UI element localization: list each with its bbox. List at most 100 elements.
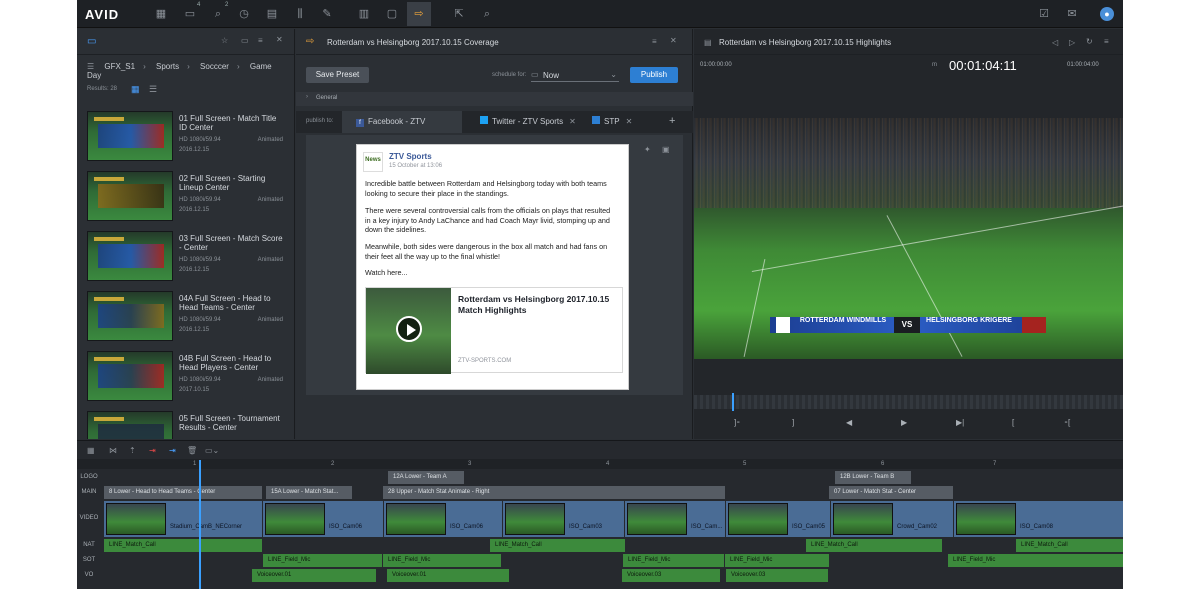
timeline-ruler[interactable] xyxy=(77,459,1123,469)
save-preset-button[interactable]: Save Preset xyxy=(306,67,369,83)
asset-title: 05 Full Screen - Tournament Results - Ce… xyxy=(179,414,280,432)
grid-icon[interactable]: ▦ xyxy=(153,6,169,22)
star-icon[interactable]: ☆ xyxy=(221,36,228,45)
timeline-clip[interactable]: 12A Lower - Team A xyxy=(388,471,464,484)
audio-clip[interactable]: LINE_Field_Mic xyxy=(263,554,382,567)
folder-add-icon[interactable]: ▭ xyxy=(241,36,249,45)
video-clip[interactable]: Crowd_Cam02 xyxy=(831,501,953,537)
go-to-in-icon[interactable]: ] xyxy=(792,418,794,427)
timeline-clip[interactable]: 28 Upper - Match Stat Animate - Right xyxy=(383,486,725,499)
player-playhead[interactable] xyxy=(732,393,734,411)
grid-view-icon[interactable]: ▦ xyxy=(131,84,140,95)
mark-in-icon[interactable]: ]⁃ xyxy=(734,418,740,427)
publish-arrow-icon[interactable]: ⇨ xyxy=(411,6,427,22)
edit-icon[interactable]: ✎ xyxy=(319,6,335,22)
options-icon[interactable]: ▭⌄ xyxy=(205,446,219,455)
video-clip[interactable]: ISO_Cam05 xyxy=(726,501,830,537)
audio-clip[interactable]: LINE_Field_Mic xyxy=(623,554,724,567)
timeline-tool-icon[interactable]: ▦ xyxy=(87,446,95,455)
zoom-search-icon[interactable]: ⌕ xyxy=(479,6,495,22)
split-icon[interactable]: ⋈ xyxy=(109,446,117,455)
history-icon[interactable]: ◷ xyxy=(236,6,252,22)
timecode-mode[interactable]: m xyxy=(932,62,937,68)
timeline-clip[interactable]: 12B Lower - Team B xyxy=(835,471,911,484)
video-clip[interactable]: ISO_Cam08 xyxy=(954,501,1123,537)
search-icon[interactable]: ⌕ xyxy=(210,6,226,22)
asset-item[interactable]: 04A Full Screen - Head to Head Teams - C… xyxy=(87,291,285,345)
calendar-icon: ▭ xyxy=(531,70,539,79)
link-card[interactable]: Rotterdam vs Helsingborg 2017.10.15 Matc… xyxy=(365,287,623,374)
share-icon[interactable]: ⇱ xyxy=(451,6,467,22)
menu-icon[interactable]: ≡ xyxy=(258,36,263,45)
tree-icon[interactable]: ☰ xyxy=(87,62,94,71)
timeline-clip[interactable]: 15A Lower - Match Stat... xyxy=(266,486,352,499)
timeline-clip[interactable]: 07 Lower - Match Stat - Center xyxy=(829,486,953,499)
audio-clip[interactable]: LINE_Match_Call xyxy=(104,539,262,552)
breadcrumb-item[interactable]: Sports xyxy=(156,62,179,71)
tab-stp[interactable]: STP ✕ xyxy=(578,111,648,133)
step-back-icon[interactable]: ◀ xyxy=(846,418,852,427)
asset-item[interactable]: 01 Full Screen - Match Title ID Center H… xyxy=(87,111,285,165)
audio-clip[interactable]: Voiceover.03 xyxy=(622,569,720,582)
breadcrumb-item[interactable]: Socccer xyxy=(200,62,229,71)
play-icon[interactable]: ▶ xyxy=(901,418,907,427)
monitor-icon[interactable]: ▢ xyxy=(384,6,400,22)
video-clip[interactable]: ISO_Cam... xyxy=(625,501,725,537)
audio-clip[interactable]: LINE_Field_Mic xyxy=(948,554,1123,567)
step-forward-icon[interactable]: ▶| xyxy=(956,418,964,427)
video-clip[interactable]: ISO_Cam06 xyxy=(263,501,383,537)
video-clip[interactable]: ISO_Cam03 xyxy=(503,501,624,537)
refresh-icon[interactable]: ↻ xyxy=(1086,37,1093,46)
tab-facebook[interactable]: fFacebook - ZTV Sports✕ xyxy=(342,111,462,148)
audio-clip[interactable]: LINE_Field_Mic xyxy=(725,554,829,567)
close-icon[interactable]: ✕ xyxy=(670,36,677,45)
mark-out-icon[interactable]: ⁃[ xyxy=(1064,418,1070,427)
queue-icon[interactable]: ▤ xyxy=(264,6,280,22)
general-section[interactable]: › General xyxy=(296,92,693,106)
audio-clip[interactable]: LINE_Field_Mic xyxy=(383,554,501,567)
tab-twitter[interactable]: Twitter - ZTV Sports ✕ xyxy=(466,111,581,133)
overwrite-icon[interactable]: ⇥ xyxy=(169,446,176,455)
timeline-playhead[interactable] xyxy=(199,460,201,589)
image-icon[interactable]: ▣ xyxy=(662,145,670,154)
video-clip[interactable]: Stadium_CamB_NECorner xyxy=(104,501,262,537)
tasks-icon[interactable]: ☑ xyxy=(1036,6,1052,22)
video-viewer[interactable]: ROTTERDAM WINDMILLS VS HELSINGBORG KRIGE… xyxy=(694,118,1123,359)
user-avatar[interactable]: ● xyxy=(1100,7,1114,21)
menu-icon[interactable]: ≡ xyxy=(652,37,657,46)
menu-icon[interactable]: ≡ xyxy=(1104,37,1109,46)
lift-icon[interactable]: ⇡ xyxy=(129,446,136,455)
audio-clip[interactable]: LINE_Match_Call xyxy=(806,539,942,552)
audio-clip[interactable]: Voiceover.01 xyxy=(252,569,376,582)
audio-clip[interactable]: LINE_Match_Call xyxy=(490,539,625,552)
schedule-select[interactable]: ▭ Now ⌄ xyxy=(531,69,619,82)
audio-clip[interactable]: Voiceover.03 xyxy=(726,569,828,582)
forward-icon[interactable]: ▷ xyxy=(1069,38,1075,47)
close-icon[interactable]: ✕ xyxy=(276,35,283,44)
timeline-clip[interactable]: 8 Lower - Head to Head Teams - Center xyxy=(104,486,262,499)
add-tab-icon[interactable]: + xyxy=(669,115,675,127)
extract-icon[interactable]: ⇥ xyxy=(149,446,156,455)
trash-icon[interactable]: 🗑 xyxy=(187,446,197,455)
post-author[interactable]: ZTV Sports xyxy=(389,152,432,161)
audio-clip[interactable]: LINE_Match_Call xyxy=(1016,539,1123,552)
rundown-icon[interactable]: ▥ xyxy=(356,6,372,22)
list-view-icon[interactable]: ☰ xyxy=(149,84,157,95)
asset-item[interactable]: 05 Full Screen - Tournament Results - Ce… xyxy=(87,411,285,439)
folder-icon[interactable]: ▭ xyxy=(182,6,198,22)
audio-clip[interactable]: Voiceover.01 xyxy=(387,569,509,582)
back-icon[interactable]: ◁ xyxy=(1052,38,1058,47)
publish-button[interactable]: Publish xyxy=(630,67,678,83)
sequence-icon[interactable]: ⫼ xyxy=(292,6,308,22)
breadcrumb-item[interactable]: GFX_S1 xyxy=(104,62,135,71)
video-clip[interactable]: ISO_Cam06 xyxy=(384,501,502,537)
play-icon[interactable] xyxy=(396,316,422,342)
sparkle-icon[interactable]: ✦ xyxy=(644,145,651,154)
asset-item[interactable]: 04B Full Screen - Head to Head Players -… xyxy=(87,351,285,405)
asset-item[interactable]: 03 Full Screen - Match Score - Center HD… xyxy=(87,231,285,285)
scrub-bar[interactable] xyxy=(694,395,1123,409)
close-icon: ✕ xyxy=(625,117,633,126)
go-to-out-icon[interactable]: [ xyxy=(1012,418,1014,427)
asset-item[interactable]: 02 Full Screen - Starting Lineup Center … xyxy=(87,171,285,225)
mail-icon[interactable]: ✉ xyxy=(1064,6,1080,22)
